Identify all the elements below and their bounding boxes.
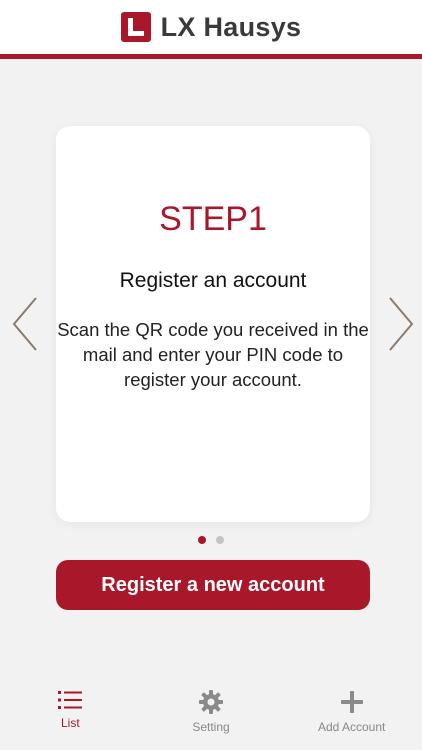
logo-mark-icon xyxy=(120,12,151,42)
chevron-right-icon xyxy=(389,297,414,351)
brand-logo: LX Hausys xyxy=(120,11,302,43)
tab-list[interactable]: List xyxy=(0,680,141,750)
chevron-left-icon xyxy=(12,297,37,351)
tab-add-account[interactable]: Add Account xyxy=(281,680,422,750)
tab-setting-label: Setting xyxy=(192,720,230,734)
tab-add-account-label: Add Account xyxy=(317,720,386,734)
register-account-button[interactable]: Register a new account xyxy=(56,560,370,610)
list-icon xyxy=(58,691,83,709)
pagination-dot-1[interactable] xyxy=(198,536,206,544)
carousel-next-button[interactable] xyxy=(386,294,416,354)
card-heading: Register an account xyxy=(119,269,307,292)
bottom-tab-bar: List Setting Add Account xyxy=(0,680,422,750)
carousel-prev-button[interactable] xyxy=(10,294,40,354)
app-header: LX Hausys xyxy=(0,0,422,59)
onboarding-card: STEP1 Register an account Scan the QR co… xyxy=(56,126,370,522)
tab-setting[interactable]: Setting xyxy=(141,680,282,750)
plus-icon xyxy=(340,691,363,713)
tab-list-label: List xyxy=(60,716,80,730)
step-title: STEP1 xyxy=(159,200,267,238)
carousel-pagination xyxy=(0,536,422,544)
pagination-dot-2[interactable] xyxy=(216,536,224,544)
gear-icon xyxy=(199,690,223,714)
brand-name: LX Hausys xyxy=(160,11,302,42)
card-description: Scan the QR code you received in the mai… xyxy=(57,319,369,390)
